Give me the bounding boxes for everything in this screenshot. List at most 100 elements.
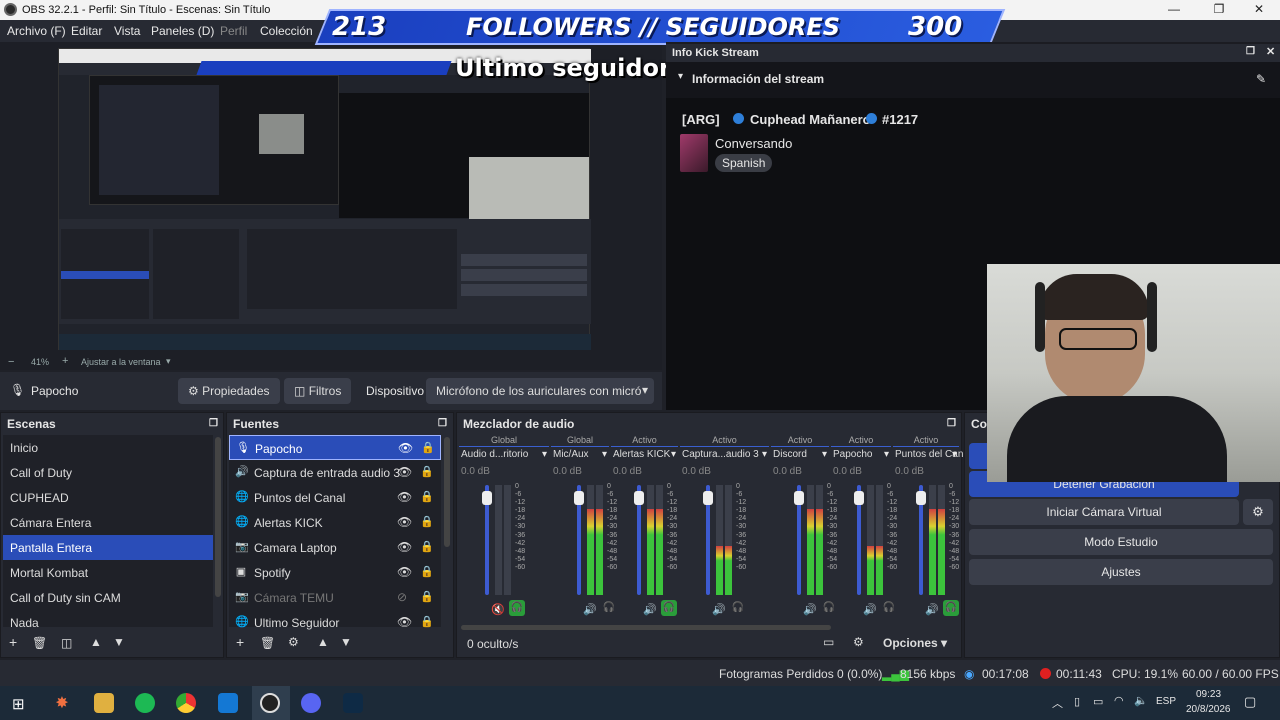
eye-icon[interactable]: 👁 (397, 515, 412, 529)
scrollbar[interactable] (215, 437, 221, 597)
speaker-icon[interactable]: 🔊 (712, 603, 726, 616)
speaker-icon[interactable]: 🔊 (803, 603, 817, 616)
speaker-icon[interactable]: 🔊 (863, 603, 877, 616)
scene-item[interactable]: Inicio (3, 435, 213, 460)
mixer-options-button[interactable]: Opciones ▾ (883, 636, 947, 650)
eye-icon[interactable]: 👁 (397, 540, 412, 554)
fader-knob[interactable] (634, 490, 644, 505)
float-icon[interactable]: ❐ (438, 418, 447, 429)
source-item[interactable]: ▣ Spotify 👁 🔒 (229, 560, 441, 585)
wifi-icon[interactable]: ◠ (1114, 694, 1124, 707)
device-select[interactable]: Micrófono de los auriculares con micró ▾ (426, 378, 654, 404)
fader-knob[interactable] (482, 490, 492, 505)
arrow-up-icon[interactable]: ▲ (317, 635, 329, 649)
settings-icon[interactable]: ⚙ (853, 635, 864, 649)
add-icon[interactable]: + (9, 634, 17, 650)
float-icon[interactable]: ❐ (209, 418, 218, 429)
studio-mode-button[interactable]: Modo Estudio (969, 529, 1273, 555)
scene-item[interactable]: Cámara Entera (3, 510, 213, 535)
muted-icon[interactable]: 🔇 (491, 603, 505, 616)
lock-icon[interactable]: 🔒 (421, 441, 435, 454)
usb-icon[interactable]: ▯ (1074, 695, 1080, 708)
filter-icon[interactable]: ◫ (61, 636, 72, 650)
eye-icon[interactable]: 👁 (397, 490, 412, 504)
settings-button[interactable]: Ajustes (969, 559, 1273, 585)
eye-icon[interactable]: 👁 (397, 465, 412, 479)
chevron-down-icon[interactable]: ▾ (822, 449, 827, 460)
eye-icon[interactable]: 👁 (397, 565, 412, 579)
source-item[interactable]: 🔊 Captura de entrada audio 3 👁 🔒 (229, 460, 441, 485)
menu-coleccion[interactable]: Colección (260, 24, 313, 38)
trash-icon[interactable]: 🗑 (260, 636, 275, 650)
source-item-selected[interactable]: 🎙 Papocho 👁 🔒 (229, 435, 441, 460)
fit-window[interactable]: Ajustar a la ventana (81, 357, 161, 367)
menu-paneles[interactable]: Paneles (D) (151, 24, 214, 38)
float-icon[interactable]: ❐ (1246, 46, 1255, 57)
windows-start-icon[interactable]: ⊞ (12, 695, 25, 713)
clock-date[interactable]: 20/8/2026 (1186, 704, 1231, 715)
fader-knob[interactable] (794, 490, 804, 505)
fader-knob[interactable] (703, 490, 713, 505)
chevron-up-icon[interactable]: ︿ (1052, 695, 1063, 711)
volume-icon[interactable]: 🔈 (1134, 694, 1148, 707)
headphones-icon[interactable]: 🎧 (730, 600, 746, 616)
discord-icon[interactable] (301, 693, 321, 713)
gear-icon[interactable]: ⚙ (1243, 499, 1273, 525)
arrow-down-icon[interactable]: ▼ (113, 635, 125, 649)
virtual-camera-button[interactable]: Iniciar Cámara Virtual (969, 499, 1239, 525)
fader-knob[interactable] (574, 490, 584, 505)
notifications-icon[interactable]: ▢ (1244, 694, 1256, 710)
trash-icon[interactable]: 🗑 (32, 636, 47, 650)
menu-editar[interactable]: Editar (71, 24, 102, 38)
chevron-down-icon[interactable]: ▾ (166, 356, 171, 367)
edit-icon[interactable]: ✎ (1256, 72, 1266, 86)
scene-item[interactable]: Call of Duty sin CAM (3, 585, 213, 610)
file-explorer-icon[interactable] (94, 693, 114, 713)
lock-icon[interactable]: 🔒 (420, 490, 434, 503)
lock-icon[interactable]: 🔒 (420, 565, 434, 578)
gear-icon[interactable]: ⚙ (288, 635, 299, 649)
source-item[interactable]: 🌐 Alertas KICK 👁 🔒 (229, 510, 441, 535)
lock-icon[interactable]: 🔒 (420, 515, 434, 528)
zoom-out-icon[interactable]: − (8, 356, 14, 368)
battery-icon[interactable]: ▭ (1093, 695, 1103, 708)
speaker-icon[interactable]: 🔊 (643, 603, 657, 616)
store-icon[interactable] (218, 693, 238, 713)
lock-icon[interactable]: 🔒 (420, 540, 434, 553)
minimize-button[interactable]: — (1159, 2, 1189, 18)
menu-vista[interactable]: Vista (114, 24, 140, 38)
scrollbar[interactable] (444, 437, 450, 547)
layout-icon[interactable]: ▭ (823, 635, 834, 649)
headphones-icon[interactable]: 🎧 (509, 600, 525, 616)
scene-item-selected[interactable]: Pantalla Entera (3, 535, 213, 560)
app-sunburst-icon[interactable]: ✸ (52, 693, 72, 713)
arrow-down-icon[interactable]: ▼ (340, 635, 352, 649)
headphones-icon[interactable]: 🎧 (943, 600, 959, 616)
app-a-icon[interactable] (343, 693, 363, 713)
lock-icon[interactable]: 🔒 (420, 465, 434, 478)
lock-icon[interactable]: 🔒 (420, 615, 434, 628)
chevron-down-icon[interactable]: ▾ (952, 449, 957, 460)
close-icon[interactable]: ✕ (1266, 45, 1275, 58)
filters-button[interactable]: ◫ Filtros (284, 378, 352, 404)
clock-time[interactable]: 09:23 (1196, 689, 1221, 700)
arrow-up-icon[interactable]: ▲ (90, 635, 102, 649)
source-item[interactable]: 📷 Camara Laptop 👁 🔒 (229, 535, 441, 560)
scene-item[interactable]: Call of Duty (3, 460, 213, 485)
language-indicator[interactable]: ESP (1156, 696, 1176, 707)
menu-archivo[interactable]: Archivo (F) (7, 24, 66, 38)
speaker-icon[interactable]: 🔊 (583, 603, 597, 616)
eye-icon[interactable]: 👁 (397, 615, 412, 629)
scene-item[interactable]: CUPHEAD (3, 485, 213, 510)
source-item[interactable]: 🌐 Puntos del Canal 👁 🔒 (229, 485, 441, 510)
add-icon[interactable]: + (236, 634, 244, 650)
eye-closed-icon[interactable]: ⊘ (397, 590, 407, 604)
source-item-hidden[interactable]: 📷 Cámara TEMU ⊘ 🔒 (229, 585, 441, 610)
fader-knob[interactable] (916, 490, 926, 505)
maximize-button[interactable]: ❐ (1204, 2, 1234, 18)
chevron-down-icon[interactable]: ▾ (542, 449, 547, 460)
chevron-down-icon[interactable]: ▾ (602, 449, 607, 460)
scene-item[interactable]: Mortal Kombat (3, 560, 213, 585)
close-button[interactable]: ✕ (1244, 2, 1274, 18)
headphones-icon[interactable]: 🎧 (661, 600, 677, 616)
